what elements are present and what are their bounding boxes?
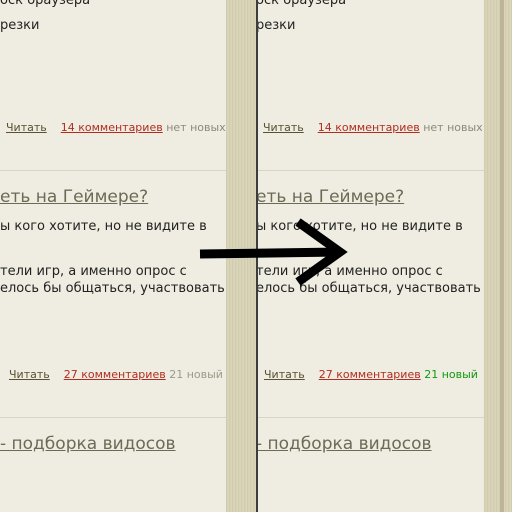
post-excerpt: резки	[258, 18, 296, 33]
divider	[258, 417, 484, 418]
divider	[0, 170, 226, 171]
arrow-right-icon	[199, 218, 348, 286]
post-title[interactable]: - подборка видосов	[258, 434, 432, 454]
comments-link[interactable]: 14 комментариев	[61, 121, 163, 134]
post-excerpt: ы кого хотите, но не видите в	[0, 219, 207, 234]
post-meta: Читать 14 комментариев нет новых	[263, 121, 483, 134]
post-title[interactable]: - подборка видосов	[0, 434, 176, 454]
post-meta: Читать 14 комментариев нет новых	[6, 121, 226, 134]
post-excerpt: елось бы общаться, участвовать	[0, 281, 225, 296]
read-link[interactable]: Читать	[264, 368, 305, 381]
new-comments-count: 21 новый	[424, 368, 478, 381]
post-excerpt: оск браузера	[258, 0, 347, 8]
divider	[0, 417, 226, 418]
post-list: оск браузера резки Читать 14 комментарие…	[0, 0, 226, 512]
page-before-panel: оск браузера резки Читать 14 комментарие…	[0, 0, 226, 512]
post-title[interactable]: еть на Геймере?	[258, 187, 404, 207]
post-meta: Читать 27 комментариев 21 новый	[264, 368, 478, 381]
page-right-edge	[484, 0, 512, 512]
post-excerpt: резки	[0, 18, 40, 33]
read-link[interactable]: Читать	[9, 368, 50, 381]
comments-link[interactable]: 14 комментариев	[318, 121, 420, 134]
new-comments-count: нет новых	[423, 121, 483, 134]
read-link[interactable]: Читать	[6, 121, 47, 134]
new-comments-count: 21 новый	[169, 368, 223, 381]
divider	[258, 170, 484, 171]
post-title[interactable]: еть на Геймере?	[0, 187, 148, 207]
post-excerpt: тели игр, а именно опрос с	[0, 264, 187, 279]
new-comments-count: нет новых	[166, 121, 226, 134]
comments-link[interactable]: 27 комментариев	[64, 368, 166, 381]
read-link[interactable]: Читать	[263, 121, 304, 134]
post-excerpt: оск браузера	[0, 0, 91, 8]
comments-link[interactable]: 27 комментариев	[319, 368, 421, 381]
post-meta: Читать 27 комментариев 21 новый	[9, 368, 223, 381]
